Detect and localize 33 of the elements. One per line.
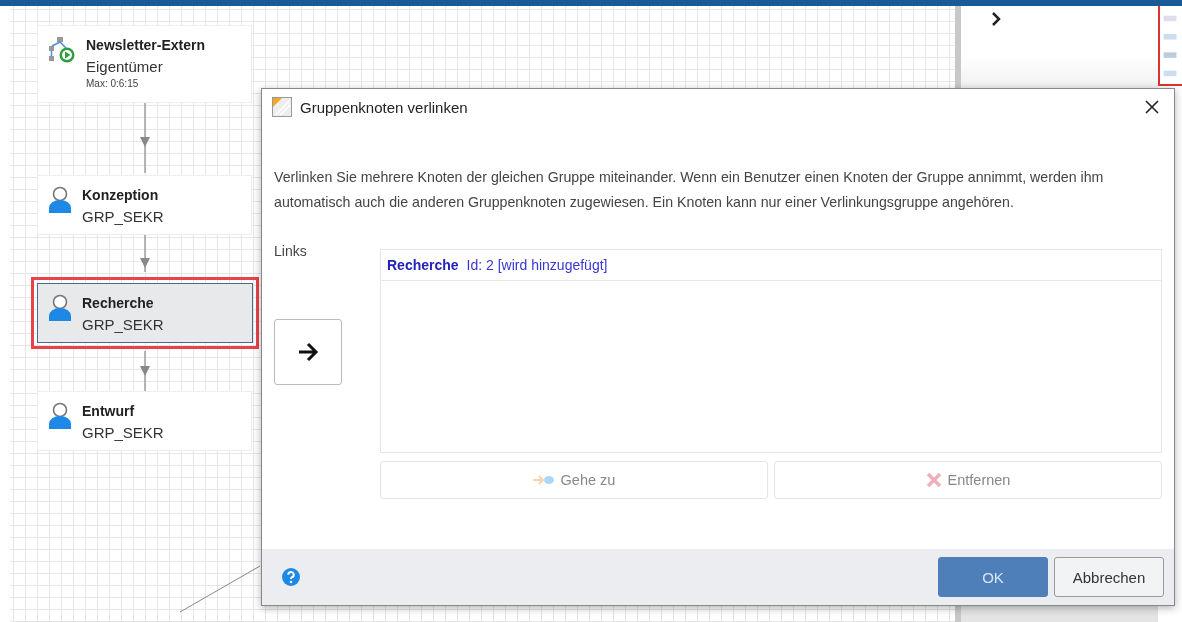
goto-arrow-icon <box>532 474 555 486</box>
node-group: Eigentümer <box>86 56 163 78</box>
user-icon <box>48 186 72 214</box>
node-title: Newsletter-Extern <box>86 36 206 54</box>
process-flow-icon <box>48 36 76 64</box>
connector-arrow <box>140 102 150 174</box>
task-node[interactable]: Konzeption GRP_SEKR <box>37 175 252 235</box>
connector-arrow <box>140 350 150 392</box>
user-icon <box>48 294 72 322</box>
link-nodes-icon <box>272 97 292 117</box>
connector-arrow <box>140 234 150 273</box>
node-title: Konzeption <box>82 186 159 204</box>
links-label: Links <box>274 243 308 259</box>
process-node[interactable]: Newsletter-Extern Eigentümer Max: 0:6:15 <box>37 25 252 103</box>
dialog-title: Gruppenknoten verlinken <box>300 98 469 116</box>
node-title: Entwurf <box>82 402 135 420</box>
node-title: Recherche <box>82 294 154 312</box>
add-link-button[interactable] <box>274 319 342 385</box>
node-group: GRP_SEKR <box>82 314 164 336</box>
node-group: GRP_SEKR <box>82 206 164 228</box>
cancel-button[interactable]: Abbrechen <box>1054 557 1164 597</box>
remove-icon <box>925 472 942 488</box>
link-node-name: Recherche <box>387 257 459 273</box>
minimap-drawing[interactable] <box>1158 6 1182 86</box>
dialog-description: Verlinken Sie mehrere Knoten der gleichen Gruppe miteinander. Wenn ein Benutzer einen Knoten der Gruppe annimmt, werden ihm automatisch auch die anderen Gruppenknoten zugewiesen. Ein Knoten kann nur einer Verlinkungsgruppe angehören. <box>274 168 1105 212</box>
chevron-right-icon[interactable] <box>991 12 1001 26</box>
node-group: GRP_SEKR <box>82 422 164 444</box>
help-icon[interactable] <box>282 568 300 586</box>
node-duration: Max: 0:6:15 <box>86 78 139 89</box>
user-icon <box>48 402 72 430</box>
arrow-right-icon <box>297 342 319 362</box>
link-node-id: Id: 2 [wird hinzugefügt] <box>466 257 608 273</box>
task-node[interactable]: Entwurf GRP_SEKR <box>37 391 252 451</box>
